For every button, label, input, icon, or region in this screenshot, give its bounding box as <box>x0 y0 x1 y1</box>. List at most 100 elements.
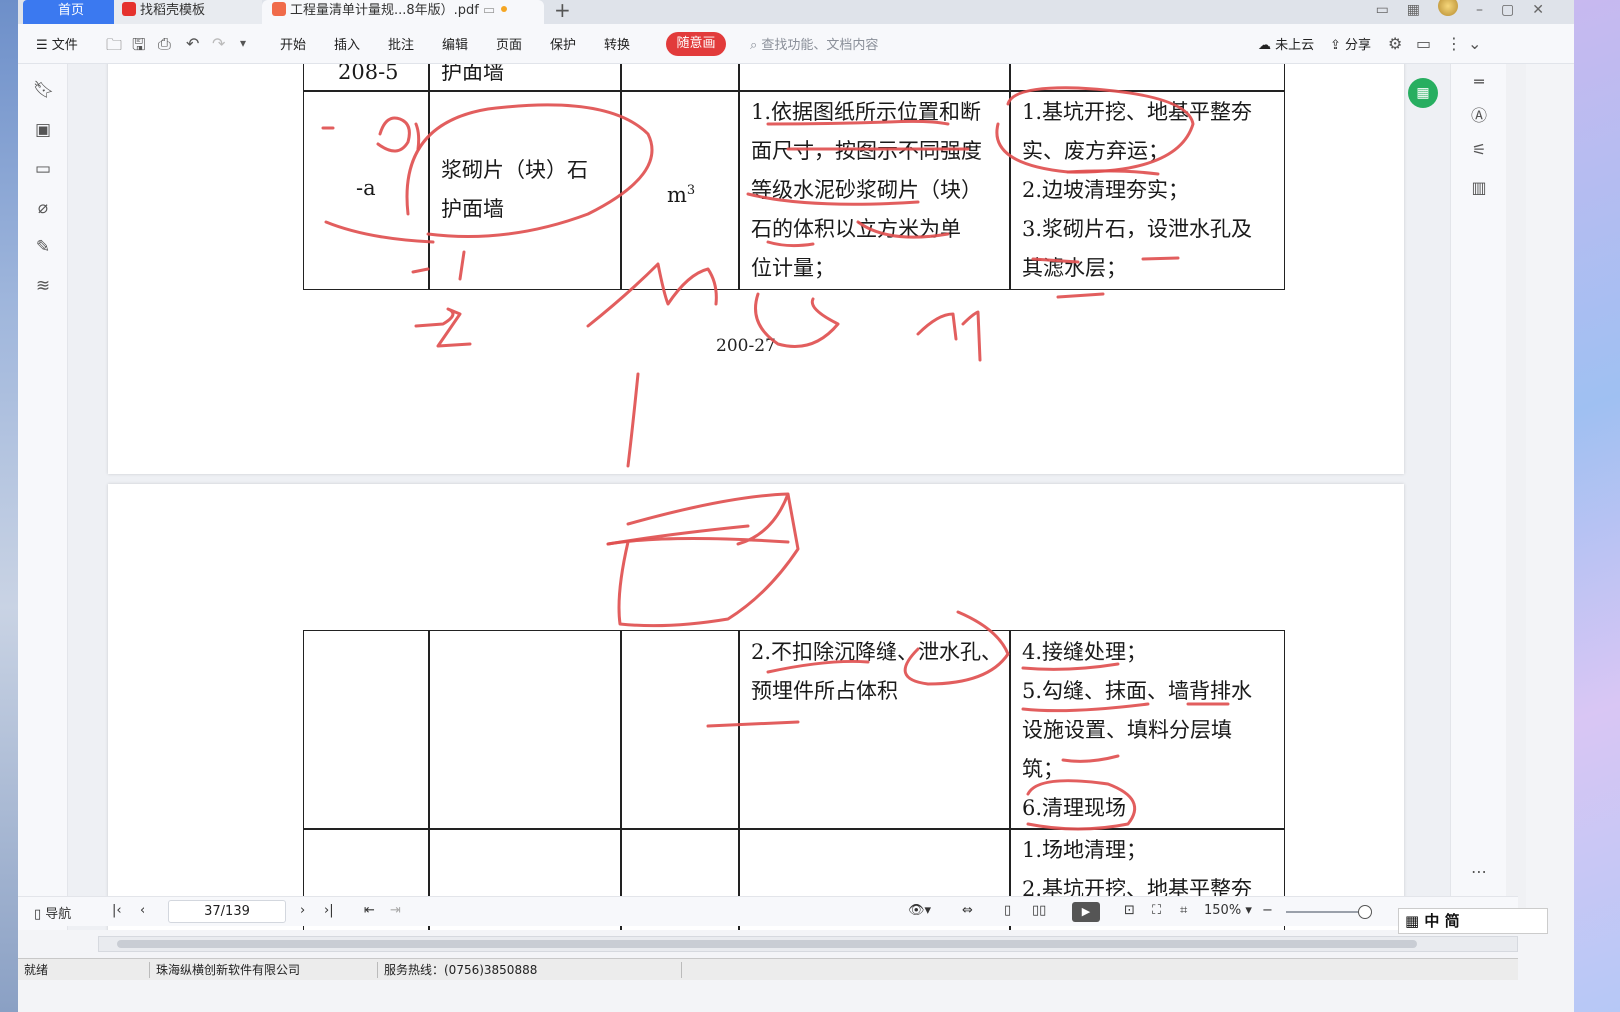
rule-line: 2.不扣除沉降缝、泄水孔、 <box>751 640 1003 664</box>
desktop-background-left <box>0 0 18 1012</box>
reader-statusbar: ▯ 导航 |‹ ‹ 37/139 › ›| ⇤ ⇥ 👁︎▾ ⇔ ▯ ▯▯ ▶ ⊡… <box>18 896 1518 926</box>
rule-line: 石的体积以立方米为单 <box>751 217 961 241</box>
navigation-label: 导航 <box>45 907 72 922</box>
comment-list-icon[interactable]: ▭ <box>33 159 53 179</box>
save-icon[interactable]: 🖫 <box>132 34 146 61</box>
minimize-icon[interactable]: – <box>1476 0 1483 24</box>
forward-icon[interactable]: ⇥ <box>390 903 401 918</box>
close-icon[interactable]: ✕ <box>1532 0 1544 24</box>
table-cell-empty <box>428 630 622 830</box>
single-page-icon[interactable]: ▯ <box>1004 903 1011 918</box>
previous-page-icon[interactable]: ‹ <box>140 903 145 918</box>
tab-home[interactable]: 首页 <box>23 0 119 24</box>
signature-icon[interactable]: ✎ <box>33 237 53 257</box>
print-icon[interactable]: ⎙ <box>158 34 171 54</box>
horizontal-scroll-thumb[interactable] <box>117 940 1417 948</box>
user-avatar[interactable] <box>1438 0 1459 16</box>
page-number-input[interactable]: 37/139 <box>168 900 286 923</box>
outer-vertical-scrollbar[interactable] <box>1506 64 1526 930</box>
apps-grid-icon[interactable]: ▦ <box>1407 0 1420 24</box>
tab-home-label: 首页 <box>57 3 84 18</box>
item-code: 208-5 <box>338 64 399 84</box>
service-hotline: 服务热线：(0756)3850888 <box>378 962 682 978</box>
back-icon[interactable]: ⇤ <box>364 903 375 918</box>
work-line: 其滤水层； <box>1022 256 1127 280</box>
document-viewport[interactable]: 208-5 护面墙 -a 浆砌片（块）石 护面墙 m3 1.依据图纸所示位置和断… <box>68 64 1450 930</box>
menu-start[interactable]: 开始 <box>280 34 306 53</box>
menu-annotate[interactable]: 批注 <box>388 34 414 53</box>
zoom-slider-track[interactable] <box>1286 911 1366 913</box>
zoom-slider-handle[interactable] <box>1358 905 1372 919</box>
comment-icon[interactable]: ▭ <box>1416 34 1431 53</box>
undo-icon[interactable]: ↶ <box>186 34 199 53</box>
settings-gear-icon[interactable]: ⚙ <box>1388 34 1402 53</box>
actual-size-icon[interactable]: ⊡ <box>1124 903 1135 918</box>
first-page-icon[interactable]: |‹ <box>112 903 122 918</box>
fit-page-icon[interactable]: ⛶ <box>1152 903 1161 918</box>
horizontal-scrollbar[interactable] <box>98 936 1518 952</box>
zoom-out-icon[interactable]: − <box>1262 903 1273 918</box>
bookmark-icon[interactable]: 🔖︎ <box>33 80 55 100</box>
table-cell-empty <box>303 630 430 830</box>
table-cell-unit: m3 <box>620 90 740 290</box>
search-box[interactable]: ⌕ 查找功能、文档内容 <box>750 34 878 53</box>
more-horizontal-icon[interactable]: ⋯ <box>1469 862 1489 882</box>
tab-document[interactable]: 工程量清单计量规...8年版）.pdf ▭ <box>262 0 544 24</box>
menu-protect[interactable]: 保护 <box>550 34 576 53</box>
fit-width-icon[interactable]: ⇔ <box>962 903 973 918</box>
share-label: 分享 <box>1345 38 1372 53</box>
table-cell-subname: 浆砌片（块）石 护面墙 <box>428 90 622 290</box>
sub-item-name-line: 护面墙 <box>441 197 504 221</box>
drag-handle-icon[interactable]: ═ <box>1469 72 1489 92</box>
menu-edit[interactable]: 编辑 <box>442 34 468 53</box>
menu-page[interactable]: 页面 <box>496 34 522 53</box>
zoom-level: 150% <box>1204 903 1242 918</box>
table-cell-code: 208-5 <box>303 64 430 92</box>
work-line: 设施设置、填料分层填 <box>1022 718 1232 742</box>
next-page-icon[interactable]: › <box>300 903 305 918</box>
new-tab-button[interactable]: + <box>554 0 571 20</box>
layers-icon[interactable]: ≋ <box>33 276 53 296</box>
crop-icon[interactable]: ⌗ <box>1180 903 1187 918</box>
share-button[interactable]: ⇪ 分享 <box>1330 34 1371 53</box>
tab-bar: 首页 找稻壳模板 工程量清单计量规...8年版）.pdf ▭ + ▭ ▦ – ▢ … <box>18 0 1574 24</box>
read-mode-icon[interactable]: ▥ <box>1469 178 1489 198</box>
quick-access-dropdown-icon[interactable]: ▾ <box>240 36 246 50</box>
layout-icon[interactable]: ▭ <box>1376 0 1389 24</box>
menu-convert[interactable]: 转换 <box>604 34 630 53</box>
open-folder-icon[interactable]: 🗀 <box>106 34 122 61</box>
redo-icon[interactable]: ↷ <box>212 34 225 53</box>
work-line: 1.场地清理； <box>1022 838 1148 862</box>
ai-assistant-icon[interactable]: Ⓐ <box>1469 102 1489 125</box>
right-sidebar: ═ Ⓐ ⚟ ▥ ⋯ <box>1450 64 1506 930</box>
table-cell-empty <box>620 64 740 92</box>
table-cell-measurement-rule: 2.不扣除沉降缝、泄水孔、 预埋件所占体积 <box>738 630 1011 830</box>
tab-template[interactable]: 找稻壳模板 <box>114 0 262 24</box>
last-page-icon[interactable]: ›| <box>324 903 334 918</box>
attachment-icon[interactable]: ⌀ <box>33 198 53 218</box>
collapse-chevron-icon[interactable]: ⌄ <box>1468 34 1481 53</box>
navigation-toggle[interactable]: ▯ 导航 <box>34 903 71 922</box>
cloud-label: 未上云 <box>1275 38 1315 53</box>
adjust-icon[interactable]: ⚟ <box>1469 140 1489 160</box>
file-menu-button[interactable]: ☰ 文件 <box>36 34 78 53</box>
sidebar-toggle-icon: ▯ <box>34 907 42 922</box>
table-tool-badge-icon[interactable]: ▦ <box>1408 78 1438 108</box>
share-icon: ⇪ <box>1330 38 1341 53</box>
unit-label: m3 <box>667 171 695 215</box>
more-vertical-icon[interactable]: ⋮ <box>1446 34 1462 53</box>
hamburger-icon: ☰ <box>36 38 48 53</box>
double-page-icon[interactable]: ▯▯ <box>1032 903 1046 918</box>
freehand-draw-button[interactable]: 随意画 <box>666 32 726 56</box>
work-line: 6.清理现场 <box>1022 796 1127 820</box>
play-icon[interactable]: ▶ <box>1072 902 1100 922</box>
cloud-sync-button[interactable]: ☁ 未上云 <box>1258 34 1314 53</box>
input-method-toolbar[interactable]: ▦ 中 简 <box>1398 908 1548 934</box>
zoom-dropdown[interactable]: 150% ▾ <box>1204 903 1252 918</box>
thumbnail-icon[interactable]: ▣ <box>33 120 53 140</box>
menu-insert[interactable]: 插入 <box>334 34 360 53</box>
sub-item-name-line: 浆砌片（块）石 <box>441 158 588 182</box>
eye-protection-icon[interactable]: 👁︎▾ <box>908 903 931 918</box>
maximize-icon[interactable]: ▢ <box>1501 0 1514 24</box>
left-sidebar: 🔖︎ ▣ ▭ ⌀ ✎ ≋ <box>18 64 68 930</box>
